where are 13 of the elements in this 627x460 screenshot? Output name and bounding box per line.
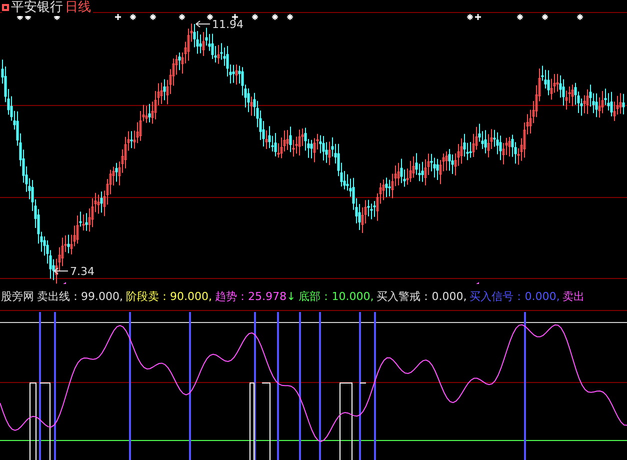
period-label: 日线 [65, 0, 91, 16]
legend-item: 股旁网 [1, 288, 34, 304]
trend-arrow: ↓ [286, 290, 296, 302]
legend-item: 买入信号：0.000, [470, 288, 560, 304]
high-price-label: 11.94 [212, 18, 244, 31]
security-name: 平安银行 [11, 0, 63, 16]
legend-item: 卖出 [562, 288, 585, 304]
legend-item: 阶段卖：90.000, [126, 288, 212, 304]
legend-item: 底部：10.000, [298, 288, 374, 304]
legend-item: 卖出线：99.000, [37, 288, 123, 304]
legend-item: 买入警戒：0.000, [376, 288, 467, 304]
low-price-label: 7.34 [70, 265, 94, 278]
legend-item: 趋势：25.978 [215, 288, 286, 304]
